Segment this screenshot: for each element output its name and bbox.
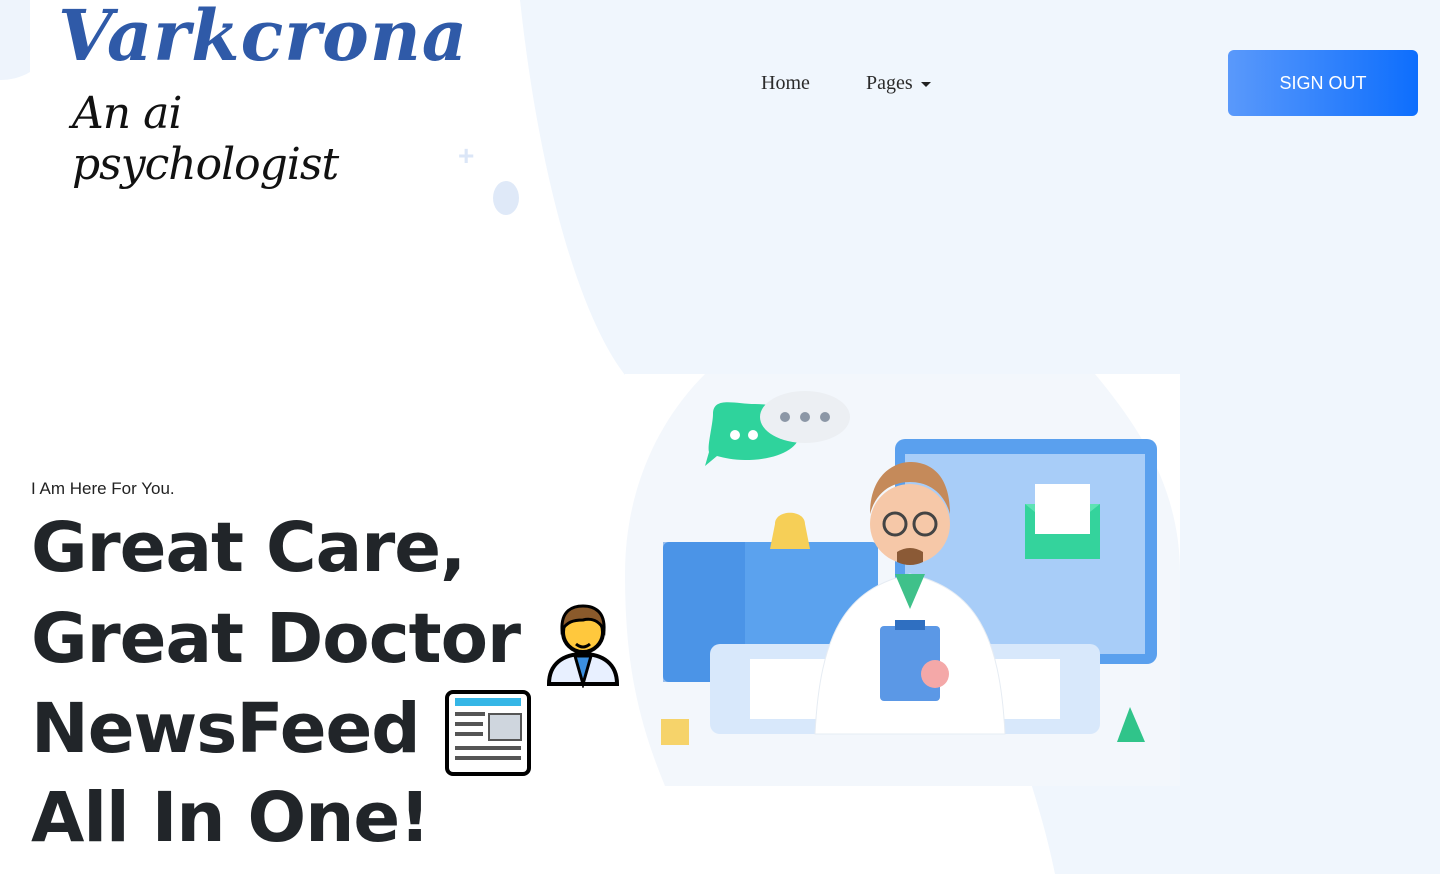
decorative-plus: + (458, 140, 475, 171)
doctor-illustration (625, 374, 1180, 786)
logo-tagline: An ai psychologist (72, 88, 339, 190)
hero-heading-line-1: Great Care, (31, 508, 466, 588)
nav-pages-dropdown[interactable]: Pages (866, 72, 931, 95)
hero-eyebrow: I Am Here For You. (31, 479, 175, 498)
logo-title: Varkcrona (58, 0, 469, 77)
chevron-down-icon (920, 81, 931, 87)
hero-heading-line-4: All In One! (31, 778, 431, 858)
site-logo[interactable]: Varkcrona An ai psychologist (30, 0, 467, 190)
nav-pages-label: Pages (866, 72, 913, 94)
newspaper-emoji-icon (444, 690, 531, 776)
hero-heading-text-3: NewsFeed (31, 689, 421, 770)
nav-home-link[interactable]: Home (761, 72, 810, 95)
doctor-emoji-icon (547, 604, 620, 688)
hero-heading-text-2: Great Doctor (31, 599, 521, 680)
hero-heading-line-3: NewsFeed (31, 688, 533, 778)
sign-out-button[interactable]: SIGN OUT (1228, 50, 1418, 116)
hero-heading-line-2: Great Doctor (31, 598, 623, 688)
decorative-oval (493, 181, 519, 215)
